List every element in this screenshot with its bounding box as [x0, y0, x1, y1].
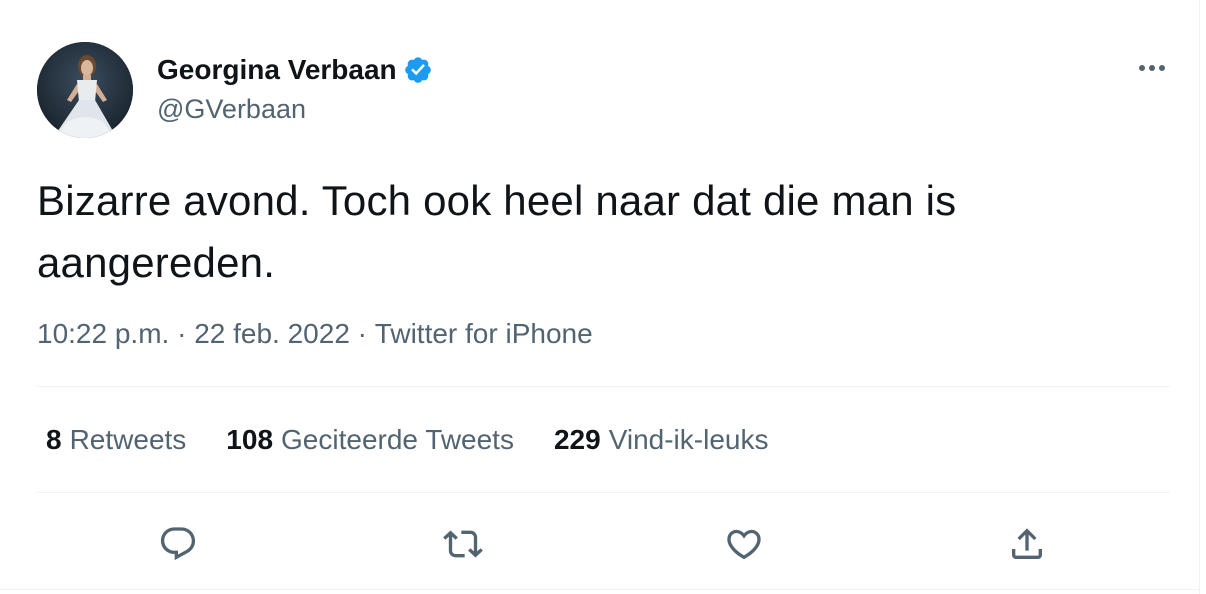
avatar[interactable]	[37, 42, 133, 138]
card-border	[1199, 0, 1200, 594]
card-border	[0, 589, 1199, 590]
tweet-card: Georgina Verbaan @GVerbaan Bizarre avond…	[0, 0, 1206, 594]
likes-stat[interactable]: 229 Vind-ik-leuks	[554, 422, 769, 458]
retweets-stat[interactable]: 8 Retweets	[46, 422, 186, 458]
quotes-label: Geciteerde Tweets	[281, 424, 514, 455]
meta-separator: ·	[169, 318, 195, 349]
tweet-date[interactable]: 22 feb. 2022	[194, 316, 350, 352]
retweet-icon	[443, 530, 483, 558]
avatar-image	[37, 42, 133, 138]
more-options-button[interactable]	[1130, 52, 1174, 84]
likes-label: Vind-ik-leuks	[608, 424, 769, 455]
author-name-row: Georgina Verbaan	[157, 54, 433, 86]
tweet-stats: 8 Retweets 108 Geciteerde Tweets 229 Vin…	[46, 422, 808, 458]
meta-separator: ·	[349, 318, 375, 349]
share-button[interactable]	[999, 516, 1055, 572]
more-horizontal-icon	[1139, 65, 1165, 71]
like-button[interactable]	[716, 516, 772, 572]
tweet-time[interactable]: 10:22 p.m.	[37, 316, 169, 352]
tweet-meta: 10:22 p.m. · 22 feb. 2022 · Twitter for …	[37, 316, 593, 352]
likes-count: 229	[553, 424, 601, 455]
tweet-actions	[0, 516, 1206, 572]
retweet-button[interactable]	[435, 516, 491, 572]
reply-button[interactable]	[150, 516, 206, 572]
quotes-stat[interactable]: 108 Geciteerde Tweets	[226, 422, 514, 458]
display-name[interactable]: Georgina Verbaan	[157, 54, 397, 86]
divider	[37, 386, 1170, 387]
heart-icon	[727, 529, 761, 560]
verified-badge-icon	[404, 57, 431, 83]
retweets-label: Retweets	[69, 424, 187, 455]
retweets-count: 8	[46, 424, 62, 455]
divider	[37, 492, 1170, 493]
share-icon	[1012, 528, 1042, 559]
user-handle[interactable]: @GVerbaan	[157, 93, 306, 125]
reply-icon	[160, 527, 196, 561]
tweet-source[interactable]: Twitter for iPhone	[375, 316, 593, 352]
quotes-count: 108	[226, 424, 274, 455]
tweet-text: Bizarre avond. Toch ook heel naar dat di…	[37, 177, 957, 286]
